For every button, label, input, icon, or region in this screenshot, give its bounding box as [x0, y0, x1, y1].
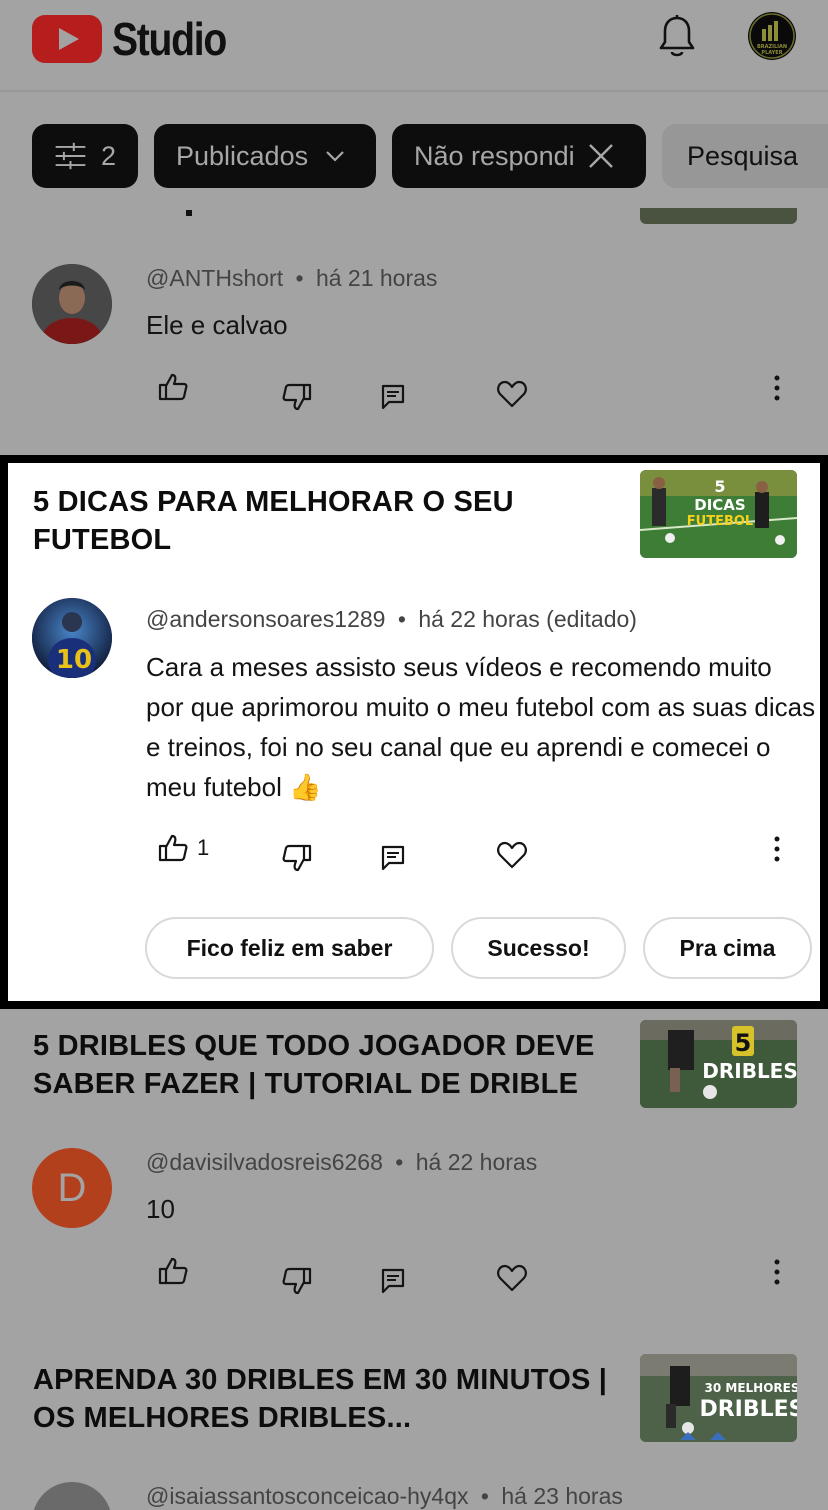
more-options-button[interactable] — [772, 1258, 782, 1286]
chevron-down-icon — [326, 151, 344, 162]
dislike-button[interactable] — [281, 1266, 313, 1296]
video-title[interactable]: 5 DICAS PARA MELHORAR O SEU FUTEBOL — [33, 483, 593, 559]
thumbnail-text: DRIBLES — [699, 1397, 797, 1422]
unanswered-filter-label: Não respondi — [414, 140, 575, 171]
comment-actions: 1 — [8, 833, 820, 873]
notifications-bell-icon[interactable] — [656, 14, 698, 60]
channel-avatar[interactable]: BRAZILIAN PLAYER — [748, 12, 796, 60]
like-count: 1 — [197, 835, 210, 860]
thumbnail-number: 5 — [714, 477, 725, 496]
commenter-avatar[interactable]: D — [32, 1148, 112, 1228]
reply-comment-icon — [381, 1268, 405, 1294]
video-thumbnail[interactable]: 30 MELHORES DRIBLES — [640, 1354, 797, 1442]
thumbs-up-icon — [158, 834, 188, 862]
like-button[interactable] — [157, 1256, 189, 1286]
comment-actions — [0, 372, 828, 412]
more-vert-icon — [774, 375, 780, 401]
comment-time: há 22 horas — [415, 1149, 538, 1175]
previous-video-thumbnail[interactable] — [640, 190, 797, 224]
heart-icon — [497, 380, 527, 408]
search-filter-label: Pesquisa — [687, 140, 799, 171]
quick-reply-chip[interactable]: Sucesso! — [451, 917, 626, 979]
video-title[interactable]: APRENDA 30 DRIBLES EM 30 MINUTOS | OS ME… — [33, 1361, 633, 1437]
reply-button[interactable] — [381, 845, 405, 871]
dislike-button[interactable] — [281, 382, 313, 412]
more-options-button[interactable] — [772, 374, 782, 402]
comment-text: Ele e calvao — [146, 310, 288, 340]
published-filter-label: Publicados — [176, 140, 309, 171]
meta-separator: • — [480, 1483, 489, 1509]
reply-comment-icon — [381, 845, 405, 871]
heart-button[interactable] — [497, 380, 527, 408]
commenter-avatar[interactable] — [32, 264, 112, 344]
search-filter-chip[interactable]: Pesquisa — [662, 124, 828, 188]
quick-reply-chip[interactable]: Fico feliz em saber — [145, 917, 434, 979]
heart-icon — [497, 1264, 527, 1292]
thumbnail-text-top: 30 MELHORES — [705, 1381, 798, 1395]
youtube-studio-logo[interactable]: Studio — [32, 12, 246, 66]
quick-reply-chip[interactable]: Pra cima — [643, 917, 812, 979]
video-title[interactable]: 5 DRIBLES QUE TODO JOGADOR DEVE SABER FA… — [33, 1027, 633, 1103]
published-filter-chip[interactable]: Publicados — [154, 124, 376, 188]
like-button[interactable]: 1 — [157, 833, 209, 863]
reply-button[interactable] — [381, 384, 405, 410]
commenter-avatar[interactable]: 10 — [32, 598, 112, 678]
reply-comment-icon — [381, 384, 405, 410]
comment-text: 10 — [146, 1194, 175, 1224]
meta-separator: • — [397, 606, 406, 632]
thumbnail-text: DRIBLES — [702, 1059, 797, 1083]
comment-handle[interactable]: @isaiassantosconceicao-hy4qx — [146, 1483, 469, 1509]
heart-button[interactable] — [497, 1264, 527, 1292]
comment-meta: @davisilvadosreis6268 • há 22 horas — [146, 1149, 537, 1176]
svg-text:10: 10 — [56, 645, 92, 675]
comment-meta: @ANTHshort • há 21 horas — [146, 265, 437, 292]
commenter-avatar[interactable] — [32, 1482, 112, 1510]
comment-meta: @andersonsoares1289 • há 22 horas (edita… — [146, 606, 637, 633]
thumbs-down-icon — [282, 844, 312, 872]
youtube-play-icon — [32, 15, 102, 63]
video-thumbnail[interactable]: 5 DRIBLES — [640, 1020, 797, 1108]
highlighted-comment-card: 5 DICAS PARA MELHORAR O SEU FUTEBOL 5 DI… — [0, 455, 828, 1009]
thumbs-down-icon — [282, 1267, 312, 1295]
comment-text: Cara a meses assisto seus vídeos e recom… — [146, 652, 816, 802]
comment-meta: @isaiassantosconceicao-hy4qx • há 23 hor… — [146, 1483, 623, 1510]
svg-text:PLAYER: PLAYER — [761, 50, 782, 56]
comment-actions — [0, 1256, 828, 1296]
meta-separator: • — [395, 1149, 404, 1175]
filter-chips-bar: 2 Publicados Não respondi Pesquisa — [0, 124, 828, 190]
like-button[interactable] — [157, 372, 189, 402]
reply-button[interactable] — [381, 1268, 405, 1294]
filters-count-chip[interactable]: 2 — [32, 124, 138, 188]
more-vert-icon — [774, 1259, 780, 1285]
dislike-button[interactable] — [281, 843, 313, 873]
more-options-button[interactable] — [772, 835, 782, 863]
comment-handle[interactable]: @ANTHshort — [146, 265, 283, 291]
close-icon[interactable] — [587, 142, 615, 170]
heart-button[interactable] — [497, 841, 527, 869]
avatar-letter: D — [57, 1165, 87, 1210]
meta-separator: • — [295, 265, 304, 291]
filters-count: 2 — [100, 140, 116, 171]
thumbs-up-icon — [158, 1257, 188, 1285]
comment-handle[interactable]: @davisilvadosreis6268 — [146, 1149, 383, 1175]
thumbnail-number: 5 — [735, 1029, 752, 1057]
app-title: Studio — [112, 13, 227, 65]
app-header: Studio BRAZILIAN PLAYER — [0, 0, 828, 92]
comment-time: há 22 horas (editado) — [418, 606, 637, 632]
heart-icon — [497, 841, 527, 869]
thumbnail-text-dicas: DICAS — [694, 496, 745, 514]
unanswered-filter-chip[interactable]: Não respondi — [392, 124, 646, 188]
thumbs-up-icon — [158, 373, 188, 401]
thumbnail-text-futebol: FUTEBOL — [687, 514, 753, 529]
more-vert-icon — [774, 836, 780, 862]
comment-handle[interactable]: @andersonsoares1289 — [146, 606, 385, 632]
filter-sliders-icon — [55, 142, 86, 170]
comment-time: há 21 horas — [315, 265, 438, 291]
video-thumbnail[interactable]: 5 DICAS FUTEBOL — [640, 470, 797, 558]
comment-time: há 23 horas — [501, 1483, 623, 1509]
previous-title-fragment — [186, 210, 192, 216]
thumbs-down-icon — [282, 383, 312, 411]
